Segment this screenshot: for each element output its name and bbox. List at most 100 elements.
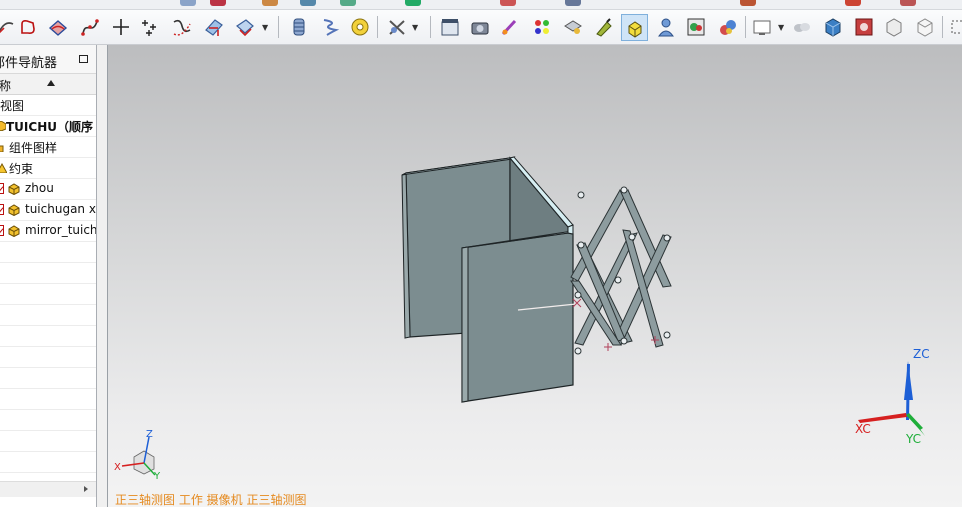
yc-axis	[906, 413, 923, 430]
toolbar-icon[interactable]	[180, 0, 196, 6]
tree-row-component-tuichugan[interactable]: tuichugan x	[0, 200, 96, 221]
tape-icon[interactable]	[348, 15, 372, 39]
toolbar-icon[interactable]	[740, 0, 756, 6]
maximize-icon[interactable]	[79, 55, 88, 63]
tree-row-empty	[0, 410, 96, 431]
constraint-icon	[0, 163, 7, 173]
pattern-icon	[0, 145, 4, 152]
mini-z-label: Z	[146, 429, 153, 440]
toolbar-icon[interactable]	[262, 0, 278, 6]
tree-row-label: TUICHU（顺序	[6, 120, 93, 134]
spring-icon[interactable]	[287, 15, 311, 39]
tree-row-empty	[0, 389, 96, 410]
scroll-right-icon[interactable]	[84, 486, 88, 492]
tree-row-label: 模型视图	[0, 99, 25, 113]
user-icon[interactable]	[654, 15, 678, 39]
tree-row-empty	[0, 305, 96, 326]
toolbar-icon[interactable]	[500, 0, 516, 6]
hide-show-icon[interactable]	[385, 15, 409, 39]
tree-row-component-pattern[interactable]: 组件图样	[0, 137, 96, 158]
part-navigator: 部件导航器 名称 模型视图 TUICHU（顺序 组件图样 约束 zhou	[0, 45, 97, 507]
toolbar-separator	[278, 16, 279, 38]
horizontal-scrollbar[interactable]	[0, 481, 96, 497]
view-menu-icon[interactable]	[750, 15, 774, 39]
tree-row-label: zhou	[25, 181, 54, 195]
component-cube-icon	[8, 183, 20, 195]
section-curve-icon[interactable]	[233, 15, 257, 39]
navigator-header: 部件导航器	[0, 45, 96, 74]
bridge-curve-icon[interactable]	[170, 15, 194, 39]
offset-curve-icon[interactable]	[16, 15, 40, 39]
column-header-label: 名称	[0, 79, 12, 93]
image-icon[interactable]	[852, 15, 876, 39]
box-icon[interactable]	[882, 15, 906, 39]
shade-active-icon[interactable]	[621, 14, 648, 41]
chevron-down-icon[interactable]: ▼	[262, 23, 268, 32]
zc-axis-label: ZC	[913, 347, 930, 361]
component-cube-icon	[8, 225, 20, 237]
toolbar-icon[interactable]	[210, 0, 226, 6]
intersection-curve-icon[interactable]	[202, 15, 226, 39]
mini-y-label: Y	[153, 471, 161, 482]
component-cube-icon	[8, 204, 20, 216]
column-header-name[interactable]: 名称	[0, 74, 96, 95]
view-orientation-status: 正三轴测图 工作 摄像机 正三轴测图	[115, 493, 307, 507]
mini-x-label: X	[114, 462, 121, 473]
toolbar-icon[interactable]	[405, 0, 421, 6]
scissor-linkage[interactable]	[570, 186, 672, 355]
toolbar-icon[interactable]	[845, 0, 861, 6]
edit-curve-icon[interactable]	[46, 15, 70, 39]
paint-icon[interactable]	[498, 15, 522, 39]
toolbar-icon[interactable]	[900, 0, 916, 6]
spline-icon[interactable]	[78, 15, 102, 39]
graphics-viewport[interactable]: ZC XC YC Z X Y 正三轴测图 工作 摄像机 正三轴测图	[107, 45, 962, 507]
toolbar-separator	[942, 16, 943, 38]
overflow-icon[interactable]	[948, 15, 962, 39]
spheres-icon[interactable]	[716, 15, 740, 39]
tree-row-model-views[interactable]: 模型视图	[0, 95, 96, 116]
point-set-icon[interactable]	[138, 15, 162, 39]
render-icon[interactable]	[684, 15, 708, 39]
toolbar-icon[interactable]	[565, 0, 581, 6]
checkbox-icon[interactable]	[0, 204, 4, 215]
toolbar-separator	[745, 16, 746, 38]
cube-icon[interactable]	[821, 15, 845, 39]
view-triad	[121, 436, 156, 476]
open-box-icon[interactable]	[913, 15, 937, 39]
tree-row-empty	[0, 326, 96, 347]
navigator-title: 部件导航器	[0, 56, 58, 71]
checkbox-icon[interactable]	[0, 225, 4, 236]
model-scene: ZC XC YC Z X Y	[114, 156, 930, 482]
tree-row-empty	[0, 347, 96, 368]
chevron-down-icon[interactable]: ▼	[412, 23, 418, 32]
toolbar-icon[interactable]	[300, 0, 316, 6]
tree-row-empty	[0, 368, 96, 389]
tree-row-component-mirror[interactable]: mirror_tuich	[0, 221, 96, 242]
camera-icon[interactable]	[468, 15, 492, 39]
main-toolbar: ▼ ▼ ▼	[0, 10, 962, 45]
xc-axis-label: XC	[855, 422, 871, 436]
tree-row-label: mirror_tuich	[25, 223, 96, 237]
tree-row-assembly-root[interactable]: TUICHU（顺序	[0, 116, 96, 137]
helix-icon[interactable]	[318, 15, 342, 39]
blob-icon[interactable]	[790, 15, 814, 39]
material-icon[interactable]	[561, 15, 585, 39]
upper-toolbar-strip	[0, 0, 962, 10]
navigator-tree: 模型视图 TUICHU（顺序 组件图样 约束 zhou tuichugan x …	[0, 95, 96, 494]
tree-row-label: 组件图样	[9, 141, 58, 155]
movie-icon[interactable]	[438, 15, 462, 39]
palette-icon[interactable]	[530, 15, 554, 39]
tree-row-component-zhou[interactable]: zhou	[0, 179, 96, 200]
bracket-model[interactable]	[401, 156, 574, 403]
front-plate-edge	[461, 246, 469, 403]
sort-ascending-icon[interactable]	[47, 80, 55, 86]
tree-row-empty	[0, 431, 96, 452]
toolbar-icon[interactable]	[340, 0, 356, 6]
toolbar-separator	[377, 16, 378, 38]
studio-icon[interactable]	[592, 15, 616, 39]
checkbox-icon[interactable]	[0, 183, 4, 194]
point-icon[interactable]	[109, 15, 133, 39]
chevron-down-icon[interactable]: ▼	[778, 23, 784, 32]
tree-row-constraints[interactable]: 约束	[0, 158, 96, 179]
tree-row-empty	[0, 242, 96, 263]
